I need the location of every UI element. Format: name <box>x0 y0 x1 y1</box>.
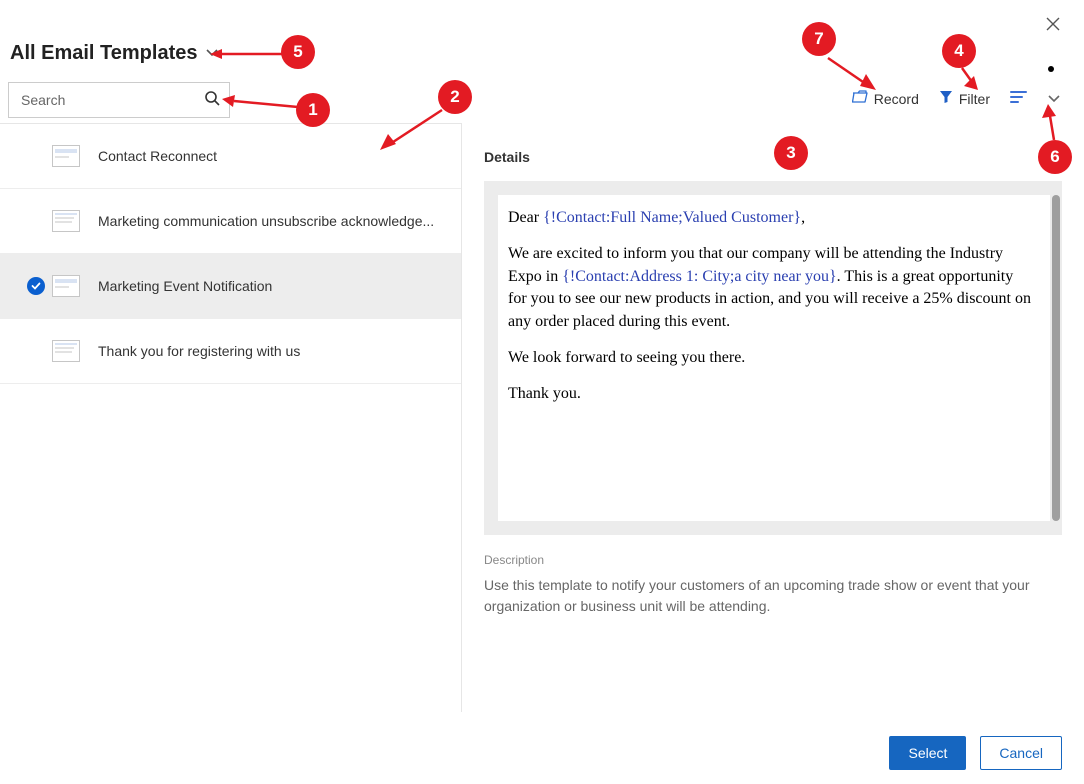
indicator-dot <box>1048 66 1054 72</box>
callout-7: 7 <box>802 22 836 56</box>
list-item-label: Contact Reconnect <box>98 148 217 164</box>
description-label: Description <box>484 553 1062 567</box>
callout-5: 5 <box>281 35 315 69</box>
callout-6: 6 <box>1038 140 1072 174</box>
preview-text: , <box>801 209 805 226</box>
folder-open-icon <box>852 90 868 107</box>
callout-3: 3 <box>774 136 808 170</box>
filter-label: Filter <box>959 91 990 107</box>
search-icon[interactable] <box>204 90 220 111</box>
callout-1: 1 <box>296 93 330 127</box>
list-item[interactable]: Marketing Event Notification <box>0 254 461 319</box>
page-title: All Email Templates <box>10 42 197 65</box>
merge-field: {!Contact:Full Name;Valued Customer} <box>543 209 801 226</box>
preview-text: Thank you. <box>508 383 1032 405</box>
template-preview-frame: Dear {!Contact:Full Name;Valued Customer… <box>484 181 1062 535</box>
dialog-footer: Select Cancel <box>889 736 1062 770</box>
preview-scrollbar[interactable] <box>1052 195 1060 521</box>
arrow-icon <box>824 54 878 94</box>
template-thumbnail-icon <box>52 275 80 297</box>
arrow-icon <box>210 48 282 60</box>
expand-toolbar-button[interactable] <box>1048 91 1060 107</box>
record-label: Record <box>874 91 919 107</box>
close-button[interactable] <box>1046 16 1060 34</box>
preview-text: We look forward to seeing you there. <box>508 347 1032 369</box>
search-input[interactable] <box>19 91 204 109</box>
sort-button[interactable] <box>1010 90 1028 107</box>
template-thumbnail-icon <box>52 210 80 232</box>
template-view-selector[interactable]: All Email Templates <box>10 42 219 65</box>
list-item[interactable]: Marketing communication unsubscribe ackn… <box>0 189 461 254</box>
description-text: Use this template to notify your custome… <box>484 575 1054 617</box>
arrow-icon <box>222 95 298 111</box>
list-item-label: Thank you for registering with us <box>98 343 300 359</box>
template-preview: Dear {!Contact:Full Name;Valued Customer… <box>498 195 1050 521</box>
selected-check-icon <box>27 277 45 295</box>
callout-2: 2 <box>438 80 472 114</box>
search-box <box>8 82 230 118</box>
cancel-button[interactable]: Cancel <box>980 736 1062 770</box>
arrow-icon <box>958 66 982 92</box>
list-item-label: Marketing Event Notification <box>98 278 272 294</box>
filter-icon <box>939 90 953 107</box>
record-button[interactable]: Record <box>852 90 919 107</box>
close-icon <box>1046 17 1060 31</box>
preview-text: Dear <box>508 209 543 226</box>
filter-button[interactable]: Filter <box>939 90 990 107</box>
list-item-label: Marketing communication unsubscribe ackn… <box>98 213 434 229</box>
template-thumbnail-icon <box>52 145 80 167</box>
details-heading: Details <box>484 149 1062 165</box>
template-thumbnail-icon <box>52 340 80 362</box>
callout-4: 4 <box>942 34 976 68</box>
select-button[interactable]: Select <box>889 736 966 770</box>
template-list: Contact Reconnect Marketing communicatio… <box>0 123 462 712</box>
list-item[interactable]: Contact Reconnect <box>0 124 461 189</box>
chevron-down-icon <box>205 45 219 63</box>
merge-field: {!Contact:Address 1: City;a city near yo… <box>562 268 836 285</box>
list-item[interactable]: Thank you for registering with us <box>0 319 461 384</box>
details-toolbar: Record Filter <box>852 90 1060 107</box>
